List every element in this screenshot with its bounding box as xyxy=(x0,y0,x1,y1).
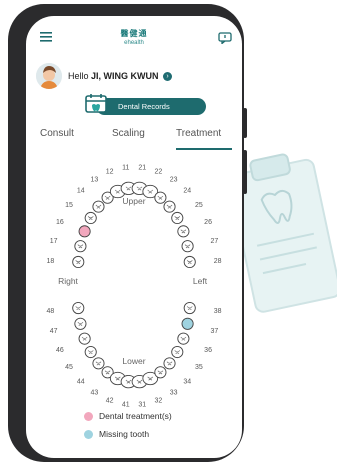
legend-treatment-label: Dental treatment(s) xyxy=(99,411,172,421)
upper-tooth-25[interactable] xyxy=(171,211,184,225)
lower-tooth-33[interactable] xyxy=(154,366,167,379)
lower-tooth-number: 36 xyxy=(204,347,212,354)
phone-frame: 醫健通 ehealth Hello JI, WING KWUN › Dental… xyxy=(8,4,244,462)
lower-tooth-45[interactable] xyxy=(84,345,97,359)
upper-tooth-number: 27 xyxy=(210,238,218,245)
tab-scaling[interactable]: Scaling xyxy=(112,128,145,139)
lower-tooth-34[interactable] xyxy=(163,357,176,370)
menu-icon[interactable] xyxy=(40,32,52,42)
upper-tooth-number: 25 xyxy=(195,202,203,209)
lower-tooth-number: 46 xyxy=(56,347,64,354)
top-bar: 醫健通 ehealth xyxy=(26,16,242,56)
lower-tooth-number: 43 xyxy=(91,390,99,397)
brand-name-en: ehealth xyxy=(124,40,144,46)
upper-tooth-number: 14 xyxy=(77,188,85,195)
upper-tooth-26[interactable] xyxy=(177,225,190,238)
tab-treatment[interactable]: Treatment xyxy=(176,128,221,139)
lower-label: Lower xyxy=(122,356,145,366)
lower-tooth-number: 37 xyxy=(210,328,218,335)
brand-name-zh: 醫健通 xyxy=(120,29,148,38)
lower-tooth-47[interactable] xyxy=(74,317,87,330)
lower-tooth-number: 34 xyxy=(183,378,191,385)
legend-treatment: Dental treatment(s) xyxy=(84,411,172,422)
lower-tooth-38[interactable] xyxy=(183,301,196,315)
upper-tooth-number: 23 xyxy=(170,176,178,183)
upper-label: Upper xyxy=(122,196,145,206)
lower-tooth-37[interactable] xyxy=(181,317,194,330)
greeting: Hello JI, WING KWUN › xyxy=(68,71,173,82)
upper-tooth-28[interactable] xyxy=(183,255,196,269)
lower-tooth-44[interactable] xyxy=(92,357,105,370)
lower-tooth-36[interactable] xyxy=(177,332,190,345)
upper-tooth-number: 18 xyxy=(47,258,55,265)
legend-missing-label: Missing tooth xyxy=(99,429,150,439)
lower-tooth-48[interactable] xyxy=(72,301,85,315)
upper-tooth-number: 22 xyxy=(154,168,162,175)
lower-tooth-number: 38 xyxy=(214,308,222,315)
upper-tooth-17[interactable] xyxy=(74,240,87,253)
phone-side-button xyxy=(243,108,247,138)
app-screen: 醫健通 ehealth Hello JI, WING KWUN › Dental… xyxy=(26,16,242,458)
upper-tooth-23[interactable] xyxy=(154,191,167,204)
upper-tooth-number: 21 xyxy=(138,165,146,172)
tab-bar: Consult Scaling Treatment xyxy=(26,128,242,150)
upper-tooth-number: 24 xyxy=(183,188,191,195)
upper-tooth-number: 26 xyxy=(204,219,212,226)
right-label: Right xyxy=(58,276,78,286)
lower-tooth-number: 31 xyxy=(138,401,146,408)
avatar[interactable] xyxy=(36,63,62,89)
dental-records-icon xyxy=(85,94,107,113)
lower-tooth-number: 47 xyxy=(50,328,58,335)
lower-tooth-number: 44 xyxy=(77,378,85,385)
upper-tooth-number: 16 xyxy=(56,219,64,226)
lower-tooth-number: 41 xyxy=(122,401,130,408)
upper-tooth-15[interactable] xyxy=(84,211,97,225)
chevron-right-icon[interactable]: › xyxy=(163,72,173,82)
patient-name[interactable]: JI, WING KWUN xyxy=(91,71,159,81)
lower-tooth-35[interactable] xyxy=(171,345,184,359)
dental-records-label: Dental Records xyxy=(118,102,170,111)
upper-tooth-number: 17 xyxy=(50,238,58,245)
upper-tooth-number: 12 xyxy=(106,168,114,175)
upper-tooth-24[interactable] xyxy=(163,200,176,213)
lower-tooth-46[interactable] xyxy=(78,332,91,345)
upper-tooth-number: 13 xyxy=(91,176,99,183)
legend-missing: Missing tooth xyxy=(84,429,150,440)
lower-tooth-number: 35 xyxy=(195,364,203,371)
tab-selected-indicator xyxy=(176,148,232,150)
message-icon[interactable] xyxy=(218,32,232,44)
upper-tooth-number: 11 xyxy=(122,165,129,172)
tab-consult[interactable]: Consult xyxy=(40,128,74,139)
legend-missing-swatch xyxy=(84,430,93,440)
upper-tooth-16[interactable] xyxy=(78,225,91,238)
upper-tooth-18[interactable] xyxy=(72,255,85,269)
lower-tooth-number: 42 xyxy=(106,398,114,405)
phone-side-button xyxy=(243,150,247,194)
greeting-prefix: Hello xyxy=(68,71,89,81)
left-label: Left xyxy=(193,276,208,286)
legend-treatment-swatch xyxy=(84,412,93,422)
brand-logo: 醫健通 ehealth xyxy=(114,28,154,46)
upper-tooth-14[interactable] xyxy=(92,200,105,213)
lower-tooth-number: 32 xyxy=(154,398,162,405)
upper-tooth-number: 28 xyxy=(214,258,222,265)
upper-tooth-27[interactable] xyxy=(181,240,194,253)
lower-tooth-number: 33 xyxy=(170,390,178,397)
dental-chart: Upper Lower Right Left 18 17 16 15 14 13 12 11 2… xyxy=(47,165,222,408)
upper-tooth-number: 15 xyxy=(65,202,73,209)
lower-tooth-number: 45 xyxy=(65,364,73,371)
lower-tooth-number: 48 xyxy=(47,308,55,315)
